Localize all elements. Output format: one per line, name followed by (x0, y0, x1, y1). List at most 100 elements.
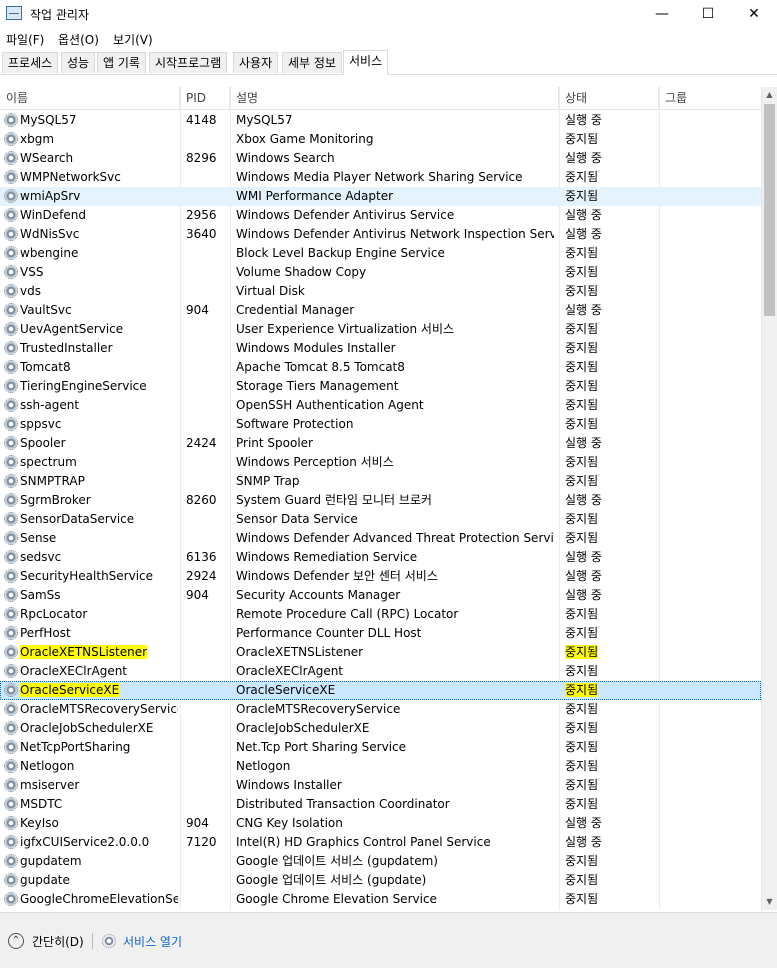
table-row[interactable]: Netlogon Netlogon 중지됨 (0, 757, 761, 776)
table-row[interactable]: UevAgentService User Experience Virtualiz… (0, 320, 761, 339)
column-pid[interactable]: PID (180, 87, 230, 109)
table-row[interactable]: PerfHost Performance Counter DLL Host 중지됨 (0, 624, 761, 643)
service-pid: 2924 (186, 567, 226, 586)
service-status-text: 중지됨 (565, 398, 599, 412)
service-status-text: 실행 중 (565, 550, 602, 564)
table-row[interactable]: SecurityHealthService 2924 Windows Defende… (0, 567, 761, 586)
scroll-thumb[interactable] (764, 104, 775, 316)
tab-app-history[interactable]: 앱 기록 (97, 52, 146, 73)
tab-performance[interactable]: 성능 (61, 52, 96, 73)
table-row[interactable]: OracleMTSRecoveryService OracleMTSRecover… (0, 700, 761, 719)
table-row[interactable]: Spooler 2424 Print Spooler 실행 중 (0, 434, 761, 453)
table-row[interactable]: gupdatem Google 업데이트 서비스 (gupdatem) 중지됨 (0, 852, 761, 871)
table-row[interactable]: VaultSvc 904 Credential Manager 실행 중 (0, 301, 761, 320)
table-row[interactable]: gupdate Google 업데이트 서비스 (gupdate) 중지됨 (0, 871, 761, 890)
open-services-link[interactable]: 서비스 열기 (123, 933, 182, 950)
chevron-up-icon[interactable]: ⌃ (8, 933, 24, 949)
table-row[interactable]: Sense Windows Defender Advanced Threat Pr… (0, 529, 761, 548)
service-description: Performance Counter DLL Host (236, 624, 554, 643)
table-row[interactable]: KeyIso 904 CNG Key Isolation 실행 중 (0, 814, 761, 833)
service-pid (186, 168, 226, 187)
tab-services[interactable]: 서비스 (343, 50, 389, 75)
table-row[interactable]: xbgm Xbox Game Monitoring 중지됨 (0, 130, 761, 149)
service-status-text: 중지됨 (565, 455, 599, 469)
table-row[interactable]: msiserver Windows Installer 중지됨 (0, 776, 761, 795)
table-row[interactable]: igfxCUIService2.0.0.0 7120 Intel(R) HD Gra… (0, 833, 761, 852)
service-name: KeyIso (20, 814, 178, 833)
close-button[interactable]: ✕ (731, 0, 777, 28)
column-description[interactable]: 설명 (230, 87, 559, 109)
title-bar: 작업 관리자 — ☐ ✕ (0, 0, 777, 29)
service-name-text: KeyIso (20, 816, 59, 830)
service-status: 중지됨 (565, 700, 655, 719)
table-row[interactable]: SensorDataService Sensor Data Service 중지됨 (0, 510, 761, 529)
table-row[interactable]: SamSs 904 Security Accounts Manager 실행 중 (0, 586, 761, 605)
service-gear-icon (4, 816, 18, 830)
table-row[interactable]: ssh-agent OpenSSH Authentication Agent 중지됨 (0, 396, 761, 415)
service-description: Sensor Data Service (236, 510, 554, 529)
tab-startup[interactable]: 시작프로그램 (149, 52, 228, 73)
table-row[interactable]: wbengine Block Level Backup Engine Servic… (0, 244, 761, 263)
service-status-text: 중지됨 (565, 512, 599, 526)
fewer-details-button[interactable]: 간단히(D) (32, 933, 84, 950)
service-status: 중지됨 (565, 130, 655, 149)
table-row[interactable]: MSDTC Distributed Transaction Coordinator… (0, 795, 761, 814)
menu-options[interactable]: 옵션(O) (58, 31, 99, 48)
table-row[interactable]: OracleXEClrAgent OracleXEClrAgent 중지됨 (0, 662, 761, 681)
maximize-button[interactable]: ☐ (685, 0, 731, 28)
vertical-scrollbar[interactable]: ▲ ▼ (761, 87, 777, 910)
table-row[interactable]: Tomcat8 Apache Tomcat 8.5 Tomcat8 중지됨 (0, 358, 761, 377)
service-status: 중지됨 (565, 510, 655, 529)
table-row[interactable]: spectrum Windows Perception 서비스 중지됨 (0, 453, 761, 472)
service-gear-icon (4, 132, 18, 146)
service-name: sedsvc (20, 548, 178, 567)
service-status-text: 중지됨 (565, 417, 599, 431)
service-gear-icon (4, 512, 18, 526)
table-row[interactable]: TieringEngineService Storage Tiers Manage… (0, 377, 761, 396)
services-gear-icon[interactable] (102, 934, 116, 948)
table-row[interactable]: WMPNetworkSvc Windows Media Player Networ… (0, 168, 761, 187)
column-status[interactable]: 상태 (559, 87, 659, 109)
table-row[interactable]: SgrmBroker 8260 System Guard 런타임 모니터 브로커 실행… (0, 491, 761, 510)
service-status-text: 중지됨 (565, 607, 599, 621)
table-row[interactable]: RpcLocator Remote Procedure Call (RPC) Lo… (0, 605, 761, 624)
service-name-text: UevAgentService (20, 322, 124, 336)
table-row[interactable]: sedsvc 6136 Windows Remediation Service 실행 … (0, 548, 761, 567)
table-row[interactable]: OracleXETNSListener OracleXETNSListener 중지… (0, 643, 761, 662)
service-description-text: Net.Tcp Port Sharing Service (236, 740, 407, 754)
table-row[interactable]: wmiApSrv WMI Performance Adapter 중지됨 (0, 187, 761, 206)
service-status: 실행 중 (565, 833, 655, 852)
scroll-up-icon[interactable]: ▲ (762, 87, 777, 103)
table-row[interactable]: OracleJobSchedulerXE OracleJobSchedulerXE… (0, 719, 761, 738)
service-description: OracleServiceXE (236, 681, 554, 700)
column-name[interactable]: 이름 (0, 87, 180, 109)
menu-view[interactable]: 보기(V) (113, 31, 153, 48)
table-row[interactable]: WinDefend 2956 Windows Defender Antivirus … (0, 206, 761, 225)
table-row[interactable]: sppsvc Software Protection 중지됨 (0, 415, 761, 434)
service-status: 중지됨 (565, 662, 655, 681)
table-row[interactable]: OracleServiceXE OracleServiceXE 중지됨 (0, 681, 761, 700)
service-status-text: 중지됨 (565, 873, 599, 887)
table-row[interactable]: NetTcpPortSharing Net.Tcp Port Sharing Se… (0, 738, 761, 757)
service-description: Apache Tomcat 8.5 Tomcat8 (236, 358, 554, 377)
table-row[interactable]: vds Virtual Disk 중지됨 (0, 282, 761, 301)
table-row[interactable]: SNMPTRAP SNMP Trap 중지됨 (0, 472, 761, 491)
table-row[interactable]: WSearch 8296 Windows Search 실행 중 (0, 149, 761, 168)
tab-details[interactable]: 세부 정보 (282, 52, 342, 73)
service-status: 실행 중 (565, 301, 655, 320)
service-name: OracleServiceXE (20, 681, 178, 700)
table-row[interactable]: VSS Volume Shadow Copy 중지됨 (0, 263, 761, 282)
service-description-text: Virtual Disk (236, 284, 305, 298)
table-row[interactable]: GoogleChromeElevationSe... Google Chrome … (0, 890, 761, 909)
table-row[interactable]: TrustedInstaller Windows Modules Installe… (0, 339, 761, 358)
minimize-button[interactable]: — (639, 0, 685, 28)
tab-users[interactable]: 사용자 (233, 52, 279, 73)
service-gear-icon (4, 360, 18, 374)
scroll-down-icon[interactable]: ▼ (762, 894, 777, 910)
service-name: ssh-agent (20, 396, 178, 415)
service-name: xbgm (20, 130, 178, 149)
table-row[interactable]: MySQL57 4148 MySQL57 실행 중 (0, 111, 761, 130)
tab-processes[interactable]: 프로세스 (2, 52, 59, 73)
table-row[interactable]: WdNisSvc 3640 Windows Defender Antivirus N… (0, 225, 761, 244)
menu-file[interactable]: 파일(F) (6, 31, 44, 48)
